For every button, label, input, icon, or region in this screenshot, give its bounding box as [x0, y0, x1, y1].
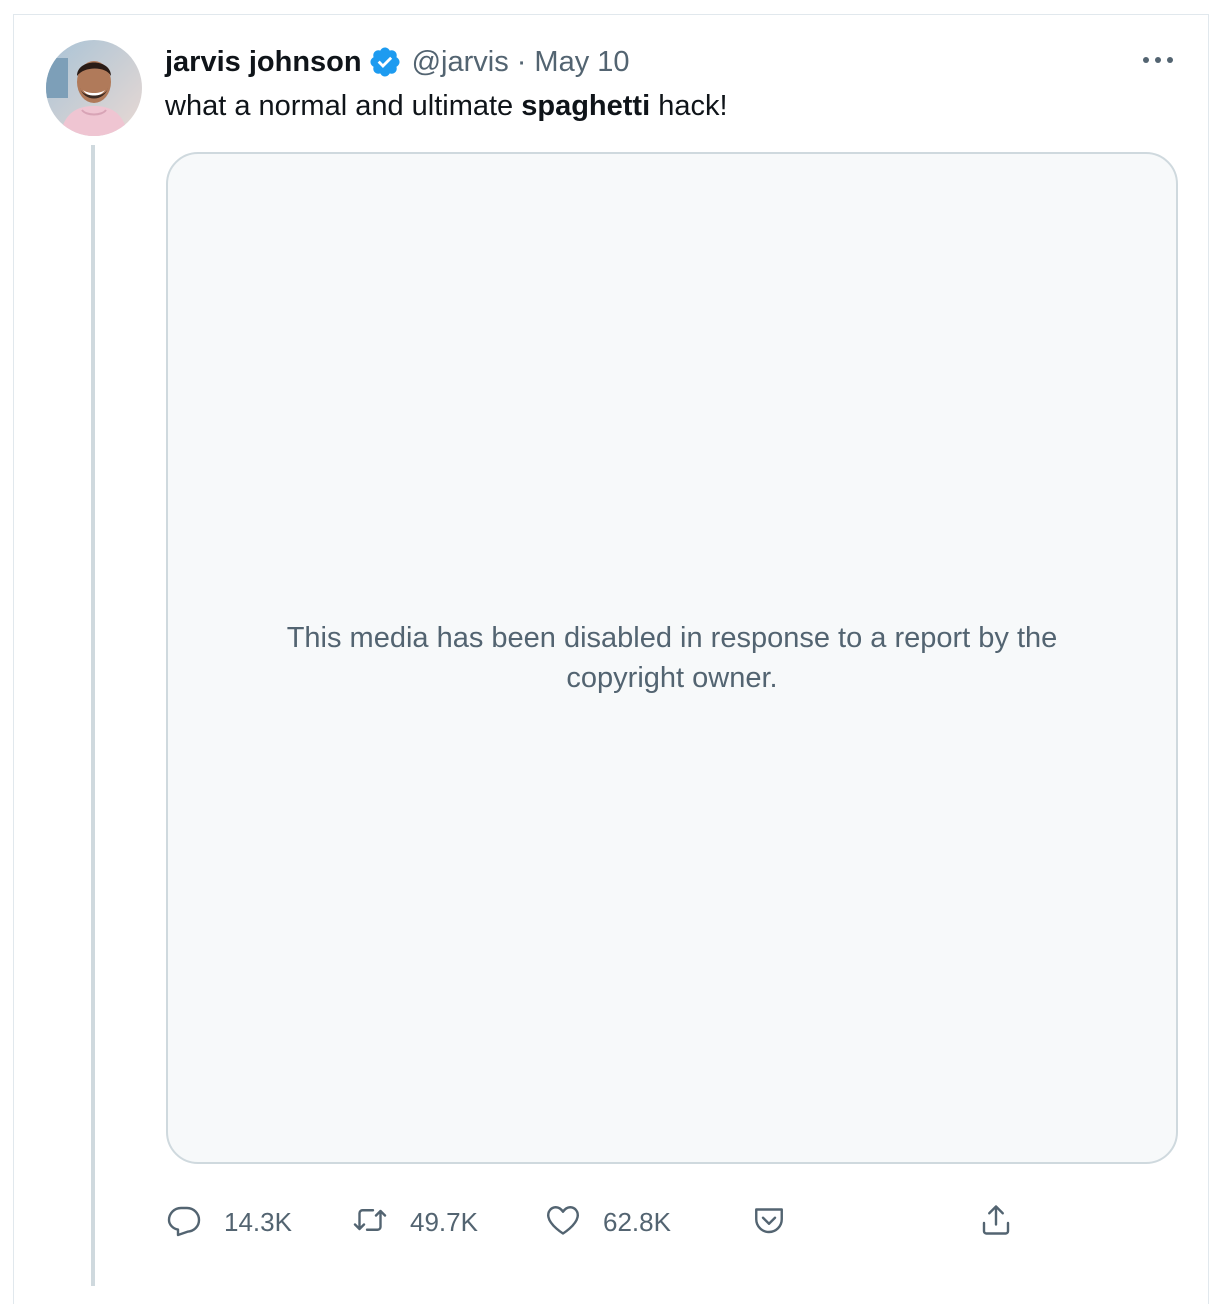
author-name[interactable]: jarvis johnson	[165, 46, 362, 79]
like-button[interactable]: 62.8K	[545, 1200, 671, 1244]
like-count: 62.8K	[603, 1206, 671, 1237]
retweet-button[interactable]: 49.7K	[352, 1200, 478, 1244]
tweet-text: what a normal and ultimate spaghetti hac…	[165, 90, 728, 123]
tweet-text-start: what a normal and ultimate	[165, 90, 522, 122]
disabled-media-box[interactable]: This media has been disabled in response…	[166, 152, 1178, 1164]
reply-count: 14.3K	[224, 1206, 292, 1237]
share-button[interactable]	[978, 1200, 1014, 1244]
thread-line	[91, 145, 95, 1286]
pocket-icon	[751, 1202, 787, 1243]
media-disabled-message: This media has been disabled in response…	[286, 622, 1058, 694]
save-button[interactable]	[751, 1200, 787, 1244]
share-icon	[978, 1202, 1014, 1243]
separator-dot: ·	[516, 45, 527, 78]
reply-button[interactable]: 14.3K	[166, 1200, 292, 1244]
avatar[interactable]	[46, 40, 142, 136]
tweet-date[interactable]: May 10	[534, 46, 629, 79]
more-options-icon[interactable]	[1140, 48, 1176, 72]
reply-icon	[166, 1202, 202, 1243]
author-handle[interactable]: @jarvis	[412, 46, 509, 79]
tweet-text-end: hack!	[650, 90, 728, 122]
tweet-header: jarvis johnson @jarvis · May 10	[165, 40, 630, 84]
retweet-icon	[352, 1202, 388, 1243]
tweet-text-bold: spaghetti	[521, 90, 651, 122]
verified-badge-icon	[368, 45, 402, 79]
retweet-count: 49.7K	[410, 1206, 478, 1237]
heart-icon	[545, 1202, 581, 1243]
